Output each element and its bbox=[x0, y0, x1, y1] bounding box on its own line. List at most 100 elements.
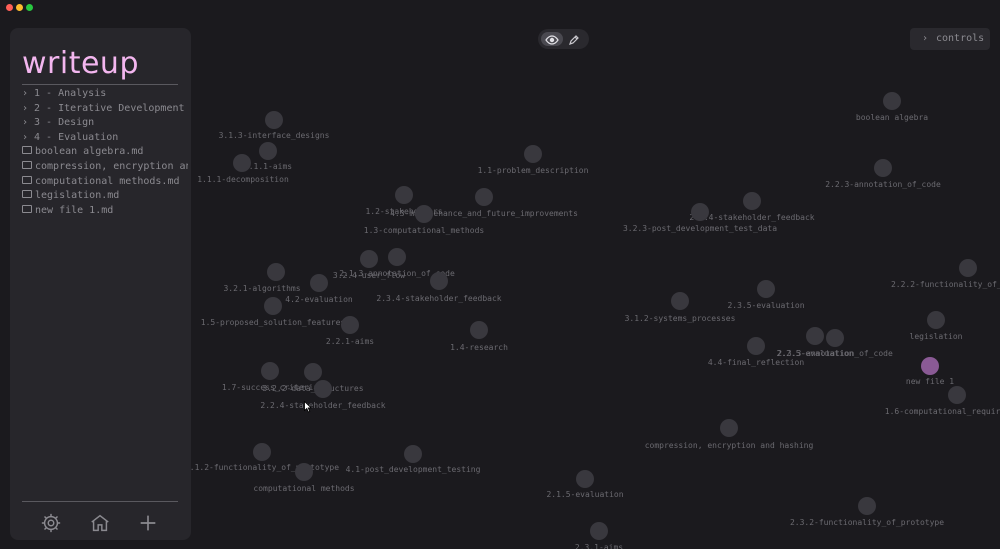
graph-node[interactable] bbox=[576, 470, 594, 488]
graph-node-label: 1.1.1-decomposition bbox=[197, 175, 289, 184]
graph-node-label: legislation bbox=[909, 332, 963, 341]
graph-node-label: 2.1.2-functionality_of_prototype bbox=[184, 463, 340, 472]
graph-node-label: 2.2.5-evaluation bbox=[776, 349, 854, 358]
app-logo[interactable]: writeup bbox=[22, 46, 139, 81]
home-button[interactable] bbox=[89, 512, 111, 534]
graph-node[interactable] bbox=[388, 248, 406, 266]
graph-node[interactable] bbox=[430, 272, 448, 290]
graph-node[interactable] bbox=[259, 142, 277, 160]
graph-node[interactable] bbox=[826, 329, 844, 347]
folder-item[interactable]: › 1 - Analysis bbox=[22, 87, 188, 102]
graph-node[interactable] bbox=[233, 154, 251, 172]
graph-node-label: 2.3.1-aims bbox=[574, 543, 624, 549]
graph-node[interactable] bbox=[360, 250, 378, 268]
graph-node[interactable] bbox=[267, 263, 285, 281]
tree-item-label: boolean algebra.md bbox=[35, 146, 144, 158]
mouse-cursor-icon bbox=[304, 401, 312, 413]
graph-node-label: compression, encryption and hashing bbox=[644, 441, 814, 450]
edit-mode-button[interactable] bbox=[567, 32, 581, 46]
book-icon bbox=[22, 146, 32, 155]
graph-node-label: 3.2.2-data_structures bbox=[262, 384, 364, 393]
graph-node[interactable] bbox=[475, 188, 493, 206]
chevron-right-icon: › bbox=[922, 33, 929, 44]
graph-node[interactable] bbox=[470, 321, 488, 339]
graph-node[interactable] bbox=[310, 274, 328, 292]
file-item[interactable]: new file 1.md bbox=[22, 204, 188, 219]
eye-icon bbox=[545, 35, 559, 45]
graph-node-label: 2.2.4-stakeholder_feedback bbox=[260, 401, 386, 410]
tree-item-label: legislation.md bbox=[35, 190, 120, 202]
controls-toggle[interactable]: › controls bbox=[910, 28, 990, 50]
graph-node-label: 2.2.3-annotation_of_code bbox=[825, 180, 941, 189]
graph-node[interactable] bbox=[806, 327, 824, 345]
tree-item-label: 2 - Iterative Development bbox=[34, 102, 185, 114]
book-icon bbox=[22, 175, 32, 184]
graph-node-label: 1.1-problem_description bbox=[477, 166, 589, 175]
graph-node[interactable] bbox=[395, 186, 413, 204]
graph-node[interactable] bbox=[691, 203, 709, 221]
graph-node[interactable] bbox=[883, 92, 901, 110]
graph-node[interactable] bbox=[948, 386, 966, 404]
view-mode-toggle bbox=[538, 29, 589, 49]
chevron-right-icon: › bbox=[22, 117, 29, 129]
graph-node[interactable] bbox=[671, 292, 689, 310]
tree-item-label: 3 - Design bbox=[34, 117, 95, 129]
folder-item[interactable]: › 2 - Iterative Development bbox=[22, 102, 188, 117]
graph-node-label: 1.4-research bbox=[450, 343, 508, 352]
graph-node[interactable] bbox=[720, 419, 738, 437]
new-file-button[interactable] bbox=[137, 512, 159, 534]
sidebar-divider-top bbox=[22, 84, 178, 85]
graph-node[interactable] bbox=[261, 362, 279, 380]
chevron-right-icon: › bbox=[22, 131, 29, 143]
tree-item-label: compression, encryption and hashing.md bbox=[35, 160, 188, 172]
graph-node-label: boolean algebra bbox=[855, 113, 929, 122]
preview-mode-button[interactable] bbox=[541, 32, 563, 46]
chevron-right-icon: › bbox=[22, 88, 29, 99]
graph-node[interactable] bbox=[757, 280, 775, 298]
controls-label: controls bbox=[936, 33, 985, 44]
graph-node-label: 1.6-computational_requirements bbox=[884, 407, 1000, 416]
graph-node[interactable] bbox=[858, 497, 876, 515]
book-icon bbox=[22, 190, 32, 199]
graph-node-label: 3.2.1-algorithms bbox=[223, 284, 301, 293]
sidebar: writeup › 1 - Analysis › 2 - Iterative Deve… bbox=[10, 28, 191, 540]
graph-node-label: 2.2.2-functionality_of_prototype bbox=[890, 280, 1000, 289]
graph-node[interactable] bbox=[927, 311, 945, 329]
gear-icon bbox=[41, 513, 61, 533]
graph-node[interactable] bbox=[314, 380, 332, 398]
graph-node[interactable] bbox=[295, 463, 313, 481]
folder-item[interactable]: › 3 - Design bbox=[22, 116, 188, 131]
file-item[interactable]: boolean algebra.md bbox=[22, 145, 188, 160]
graph-node[interactable] bbox=[921, 357, 939, 375]
graph-node[interactable] bbox=[959, 259, 977, 277]
sidebar-divider-bottom bbox=[22, 501, 178, 502]
graph-node[interactable] bbox=[304, 363, 322, 381]
graph-node-label: 2.3.5-evaluation bbox=[727, 301, 805, 310]
graph-node[interactable] bbox=[264, 297, 282, 315]
settings-button[interactable] bbox=[40, 512, 62, 534]
file-item[interactable]: compression, encryption and hashing.md bbox=[22, 160, 188, 175]
graph-node-label: 4.4-final_reflection bbox=[707, 358, 805, 367]
folder-item[interactable]: › 4 - Evaluation bbox=[22, 131, 188, 146]
graph-node[interactable] bbox=[743, 192, 761, 210]
graph-node[interactable] bbox=[874, 159, 892, 177]
graph-node[interactable] bbox=[404, 445, 422, 463]
graph-node-label: 1.7-success_criteria bbox=[221, 383, 319, 392]
graph-node-label: 3.1.2-systems_processes bbox=[624, 314, 736, 323]
graph-node-label: 4.1-post_development_testing bbox=[345, 465, 481, 474]
file-item[interactable]: computational methods.md bbox=[22, 175, 188, 190]
graph-node[interactable] bbox=[524, 145, 542, 163]
graph-node-label: computational methods bbox=[253, 484, 355, 493]
tree-item-label: 4 - Evaluation bbox=[34, 131, 119, 143]
graph-node[interactable] bbox=[590, 522, 608, 540]
graph-node[interactable] bbox=[253, 443, 271, 461]
graph-node-label: 2.3.4-stakeholder_feedback bbox=[376, 294, 502, 303]
file-tree: › 1 - Analysis › 2 - Iterative Development ›… bbox=[22, 87, 188, 218]
graph-node[interactable] bbox=[415, 205, 433, 223]
file-item[interactable]: legislation.md bbox=[22, 189, 188, 204]
graph-node[interactable] bbox=[747, 337, 765, 355]
graph-node-label: new file 1 bbox=[905, 377, 955, 386]
graph-node[interactable] bbox=[265, 111, 283, 129]
graph-node-label: 2.3.3-annotation_of_code bbox=[777, 349, 893, 358]
graph-node[interactable] bbox=[341, 316, 359, 334]
